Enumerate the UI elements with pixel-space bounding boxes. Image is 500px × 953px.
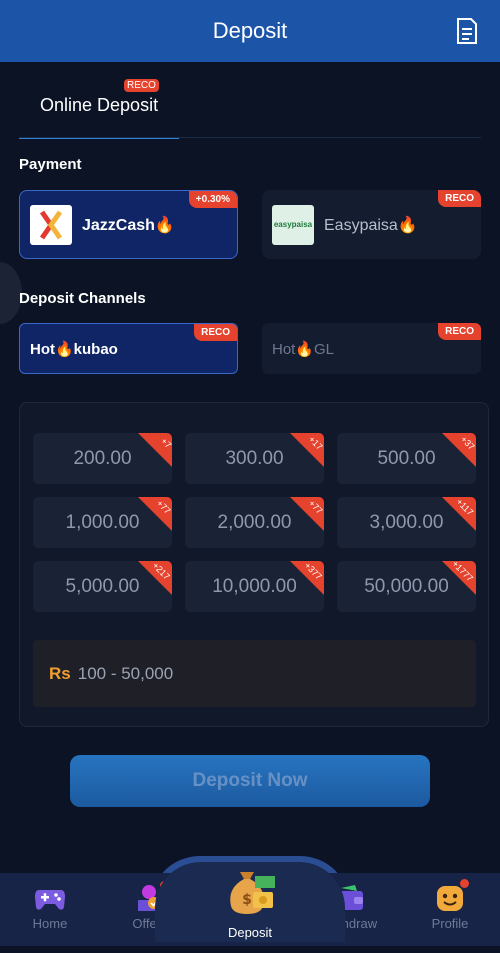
- reco-badge: RECO: [438, 323, 481, 340]
- nav-label: Home: [32, 916, 68, 931]
- bonus-value: +37: [458, 434, 476, 452]
- svg-text:$: $: [242, 892, 252, 908]
- header-bar: Deposit: [0, 0, 500, 62]
- bonus-ribbon: +17: [290, 433, 324, 467]
- amount-value: 3,000.00: [369, 511, 444, 533]
- bonus-value: +117: [454, 497, 476, 518]
- easypaisa-logo-text: easypaisa: [273, 220, 313, 229]
- page-title: Deposit: [212, 18, 288, 43]
- amount-option[interactable]: 500.00 +37: [337, 433, 476, 484]
- nav-profile[interactable]: Profile: [400, 873, 500, 946]
- amount-value: 200.00: [73, 447, 132, 469]
- amount-option[interactable]: 1,000.00 +77: [33, 497, 172, 548]
- nav-home[interactable]: Home: [0, 873, 100, 946]
- payment-label: Easypaisa🔥: [324, 216, 418, 234]
- bonus-ribbon: +117: [442, 497, 476, 531]
- amount-value: 500.00: [377, 447, 436, 469]
- payment-title: Payment: [19, 156, 82, 173]
- amount-value: 10,000.00: [212, 575, 297, 597]
- bonus-value: +1777: [449, 561, 475, 584]
- deposit-channels-title: Deposit Channels: [19, 290, 146, 307]
- rate-badge: +0.30%: [188, 191, 237, 208]
- amount-option[interactable]: 10,000.00 +377: [185, 561, 324, 612]
- tabs-divider: [19, 137, 481, 138]
- amount-value: 1,000.00: [65, 511, 140, 533]
- amount-option[interactable]: 3,000.00 +117: [337, 497, 476, 548]
- bonus-value: +217: [150, 561, 172, 582]
- amount-panel: 200.00 +7 300.00 +17 500.00 +37 1,000.00…: [19, 402, 489, 727]
- amount-range-placeholder: 100 - 50,000: [77, 663, 174, 683]
- amount-option[interactable]: 300.00 +17: [185, 433, 324, 484]
- bonus-ribbon: +7: [138, 433, 172, 467]
- payment-method-easypaisa[interactable]: easypaisa Easypaisa🔥 RECO: [262, 190, 481, 259]
- tab-label: Online Deposit: [40, 95, 159, 115]
- bonus-value: +77: [154, 498, 172, 516]
- amount-value: 2,000.00: [217, 511, 292, 533]
- bonus-ribbon: +37: [442, 433, 476, 467]
- money-bag-icon: $: [230, 872, 275, 914]
- easypaisa-logo: easypaisa: [272, 204, 314, 245]
- amount-value: 300.00: [225, 447, 284, 469]
- jazzcash-logo: [30, 204, 72, 245]
- bonus-value: +377: [302, 561, 324, 582]
- channel-hot-kubao[interactable]: Hot🔥kubao RECO: [19, 323, 238, 374]
- document-icon[interactable]: [456, 18, 478, 44]
- amount-value: 50,000.00: [364, 575, 449, 597]
- jazzcash-logo-icon: [39, 210, 63, 239]
- bonus-value: +77: [306, 498, 324, 516]
- channel-label: Hot🔥kubao: [30, 340, 118, 358]
- tab-online-deposit[interactable]: Online Deposit RECO: [19, 62, 179, 139]
- notification-dot: [460, 879, 469, 888]
- currency-label: Rs: [49, 663, 71, 683]
- nav-label: Deposit: [227, 925, 273, 940]
- reco-badge: RECO: [194, 324, 237, 341]
- smiley-avatar-icon: [437, 886, 463, 911]
- bonus-ribbon: +77: [290, 497, 324, 531]
- amount-value: 5,000.00: [65, 575, 140, 597]
- deposit-tabs: Online Deposit RECO: [0, 62, 500, 139]
- reco-badge: RECO: [438, 190, 481, 207]
- payment-label: JazzCash🔥: [82, 216, 175, 234]
- gamepad-icon: [35, 890, 65, 910]
- bonus-value: +17: [306, 434, 324, 452]
- bonus-value: +7: [158, 435, 172, 451]
- system-bar: [0, 946, 500, 953]
- bonus-ribbon: +77: [138, 497, 172, 531]
- amount-input[interactable]: Rs 100 - 50,000: [33, 640, 476, 707]
- payment-method-jazzcash[interactable]: JazzCash🔥 +0.30%: [19, 190, 238, 259]
- nav-label: Profile: [431, 916, 469, 931]
- amount-option[interactable]: 50,000.00 +1777: [337, 561, 476, 612]
- deposit-now-button[interactable]: Deposit Now: [70, 755, 430, 807]
- channel-label: Hot🔥GL: [272, 340, 335, 358]
- amount-option[interactable]: 2,000.00 +77: [185, 497, 324, 548]
- bonus-ribbon: +217: [138, 561, 172, 595]
- reco-badge: RECO: [124, 79, 159, 92]
- amount-option[interactable]: 5,000.00 +217: [33, 561, 172, 612]
- amount-option[interactable]: 200.00 +7: [33, 433, 172, 484]
- channel-hot-gl[interactable]: Hot🔥GL RECO: [262, 323, 481, 374]
